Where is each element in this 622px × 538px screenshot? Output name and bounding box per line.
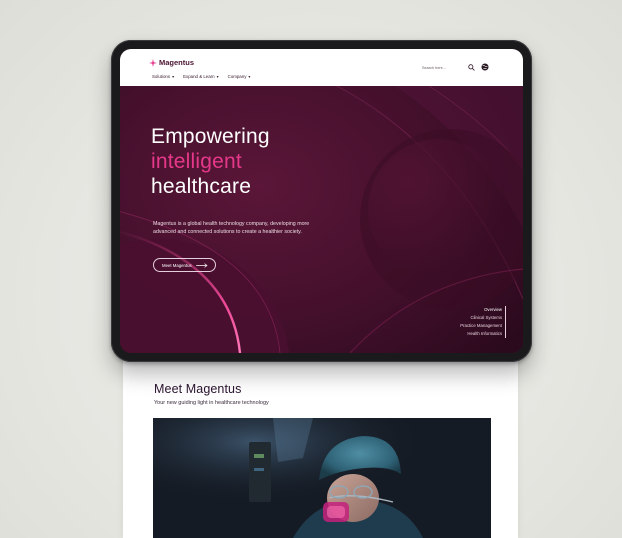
- hero-description: Magentus is a global health technology c…: [153, 221, 310, 235]
- nav-item-label: Solutions: [152, 74, 171, 79]
- sparkle-icon: [149, 58, 157, 67]
- site-header: Magentus Solutions ▾ Expand & Learn ▾ Co…: [120, 49, 523, 86]
- hero-title-line-1: Empowering: [151, 125, 270, 148]
- chevron-down-icon: ▾: [172, 74, 175, 79]
- chevron-down-icon: ▾: [216, 74, 219, 79]
- arrow-right-icon: [195, 262, 208, 268]
- nav-item-label: Expand & Learn: [183, 74, 215, 79]
- search-input[interactable]: Search here...: [422, 66, 446, 70]
- cta-label: Meet Magentus: [162, 262, 192, 268]
- chevron-down-icon: ▾: [248, 74, 251, 79]
- hero-title-line-3: healthcare: [151, 175, 252, 198]
- nav-item-solutions[interactable]: Solutions ▾: [152, 74, 174, 79]
- clinician-illustration: [153, 418, 491, 538]
- primary-nav: Solutions ▾ Expand & Learn ▾ Company ▾: [152, 74, 250, 79]
- nav-item-label: Company: [227, 74, 247, 79]
- meet-magentus-button[interactable]: Meet Magentus: [153, 258, 216, 272]
- tablet-screen: Magentus Solutions ▾ Expand & Learn ▾ Co…: [120, 49, 523, 353]
- nav-item-company[interactable]: Company ▾: [228, 74, 251, 79]
- nav-item-expand-learn[interactable]: Expand & Learn ▾: [183, 74, 219, 79]
- search-icon[interactable]: [468, 64, 475, 71]
- side-nav-overview[interactable]: Overview: [460, 306, 502, 314]
- side-nav-health-informatics[interactable]: Health Informatics: [460, 330, 502, 338]
- side-nav-practice-management[interactable]: Practice Management: [460, 322, 502, 330]
- tablet-device: Magentus Solutions ▾ Expand & Learn ▾ Co…: [111, 40, 532, 362]
- side-nav-clinical-systems[interactable]: Clinical Systems: [460, 314, 502, 322]
- hero-title-line-2: intelligent: [151, 150, 242, 173]
- section-subtitle: Your new guiding light in healthcare tec…: [154, 400, 269, 406]
- section-title: Meet Magentus: [154, 382, 242, 396]
- logo-wordmark: Magentus: [159, 58, 195, 67]
- clinician-photo: [153, 418, 491, 538]
- magentus-logo[interactable]: Magentus: [149, 58, 194, 67]
- hero-title: Empowering intelligent healthcare: [151, 124, 270, 199]
- section-side-nav: Overview Clinical Systems Practice Manag…: [460, 306, 506, 338]
- globe-icon[interactable]: [481, 63, 489, 71]
